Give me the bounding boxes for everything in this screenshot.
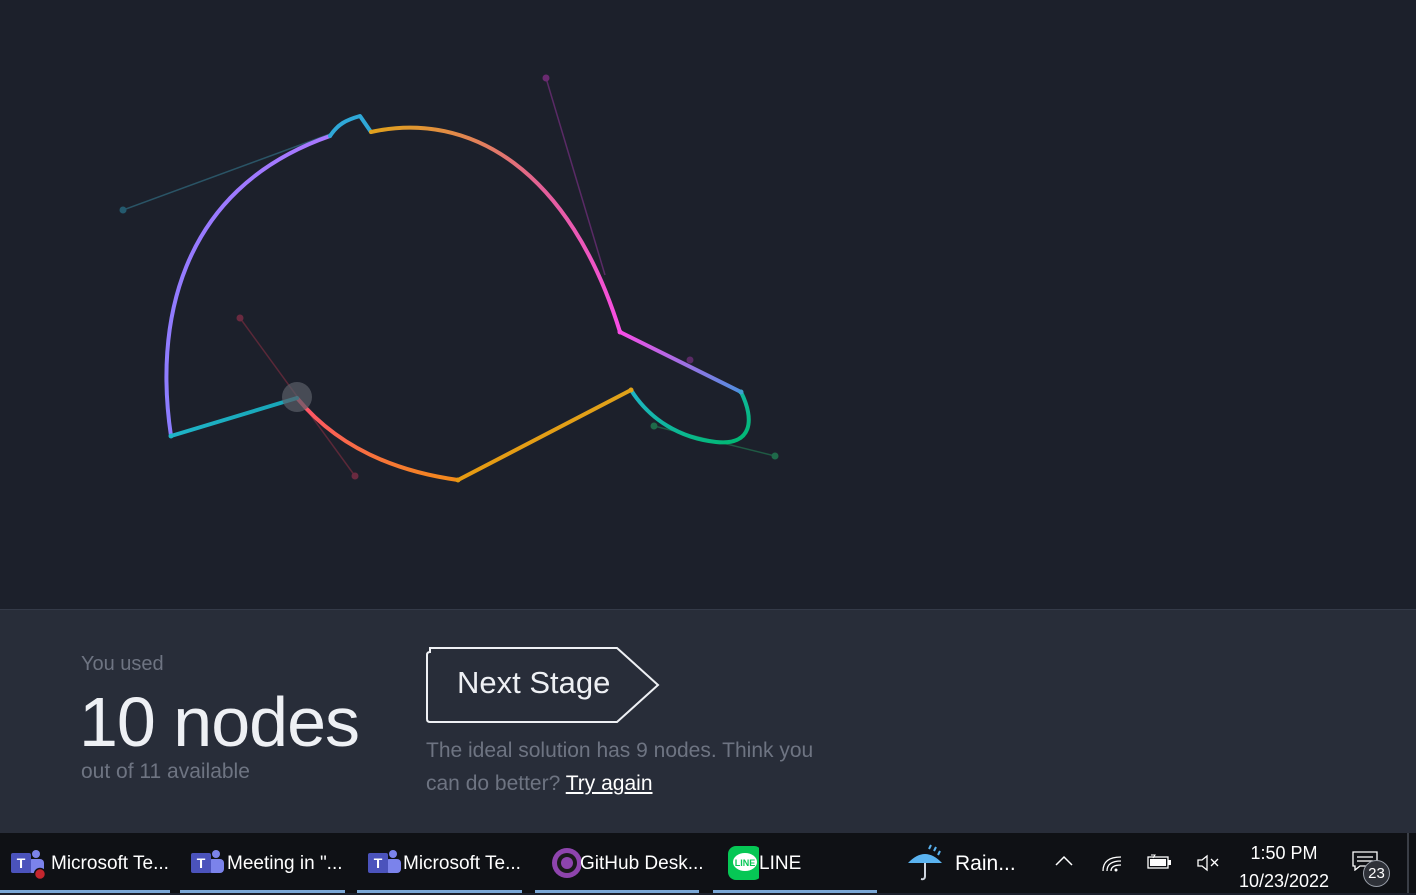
- taskbar-app-line[interactable]: LINE LINE: [713, 833, 877, 893]
- taskbar-app-teams-1[interactable]: T Microsoft Te...: [0, 833, 170, 893]
- curve-segment: [369, 125, 622, 334]
- nodes-count: 10 nodes: [79, 683, 360, 761]
- weather-widget[interactable]: Rain...: [905, 833, 1020, 893]
- taskbar-app-label: LINE: [759, 853, 802, 874]
- curve-segment: [295, 396, 460, 482]
- taskbar-app-teams-meeting[interactable]: T Meeting in "...: [180, 833, 345, 893]
- network-button[interactable]: [1100, 833, 1126, 893]
- used-label: You used: [81, 653, 164, 675]
- battery-button[interactable]: [1146, 833, 1174, 893]
- curve-node: [455, 477, 461, 483]
- curve-node: [168, 433, 174, 439]
- volume-button[interactable]: [1195, 833, 1221, 893]
- curve-segment: [618, 330, 743, 394]
- next-stage-button[interactable]: Next Stage: [426, 647, 662, 724]
- wifi-icon: [1102, 856, 1122, 872]
- notification-count-badge: 23: [1363, 860, 1390, 887]
- taskbar-app-label: GitHub Desk...: [580, 853, 704, 874]
- taskbar-app-github[interactable]: GitHub Desk...: [535, 833, 704, 893]
- notifications-button[interactable]: 23: [1350, 833, 1390, 893]
- curve-segment: [629, 388, 751, 445]
- available-label: out of 11 available: [81, 760, 250, 783]
- weather-label: Rain...: [955, 852, 1016, 875]
- next-stage-label: Next Stage: [457, 665, 611, 700]
- handle-line: [122, 133, 331, 211]
- teams-icon: T: [11, 850, 46, 880]
- github-icon: [552, 848, 581, 878]
- handle-point: [236, 314, 244, 322]
- ideal-solution-text: The ideal solution has 9 nodes. Think yo…: [426, 734, 816, 800]
- handle-point: [650, 422, 658, 430]
- curve-node: [628, 387, 634, 393]
- handle-point: [542, 74, 550, 82]
- taskbar-app-label: Meeting in "...: [227, 853, 343, 874]
- chevron-up-icon: [1055, 855, 1073, 866]
- battery-icon: [1147, 854, 1171, 869]
- line-icon: LINE: [728, 846, 759, 880]
- curve-segment: [169, 396, 299, 438]
- curve-node: [738, 389, 744, 395]
- volume-muted-icon: [1197, 854, 1219, 872]
- svg-text:T: T: [17, 855, 26, 871]
- svg-text:T: T: [197, 855, 206, 871]
- show-hidden-icons-button[interactable]: [1052, 833, 1076, 893]
- clock-date: 10/23/2022: [1238, 871, 1330, 891]
- show-desktop-divider[interactable]: [1407, 833, 1409, 893]
- handle-line: [545, 77, 606, 276]
- taskbar: T Microsoft Te... T Meeting in "... T Mi…: [0, 833, 1416, 893]
- curve-drawing: [119, 74, 779, 483]
- taskbar-app-teams-2[interactable]: T Microsoft Te...: [357, 833, 522, 893]
- handle-point: [686, 356, 694, 364]
- results-panel: You used 10 nodes out of 11 available Ne…: [0, 609, 1416, 833]
- teams-icon: T: [368, 850, 401, 873]
- handle-point: [119, 206, 127, 214]
- curve-segment: [328, 114, 373, 138]
- curve-node: [617, 329, 623, 335]
- umbrella-icon: [908, 844, 942, 881]
- svg-text:LINE: LINE: [735, 858, 756, 868]
- taskbar-clock[interactable]: 1:50 PM 10/23/2022: [1232, 839, 1336, 895]
- clock-time: 1:50 PM: [1250, 843, 1318, 863]
- handle-point: [351, 472, 359, 480]
- teams-icon: T: [191, 850, 224, 873]
- handle-point: [771, 452, 779, 460]
- taskbar-app-label: Microsoft Te...: [51, 853, 169, 874]
- selected-node: [282, 382, 312, 412]
- drawing-canvas[interactable]: [0, 0, 1416, 609]
- try-again-link[interactable]: Try again: [566, 772, 653, 795]
- svg-text:T: T: [374, 855, 383, 871]
- curve-segment: [456, 388, 633, 482]
- taskbar-app-label: Microsoft Te...: [403, 853, 521, 874]
